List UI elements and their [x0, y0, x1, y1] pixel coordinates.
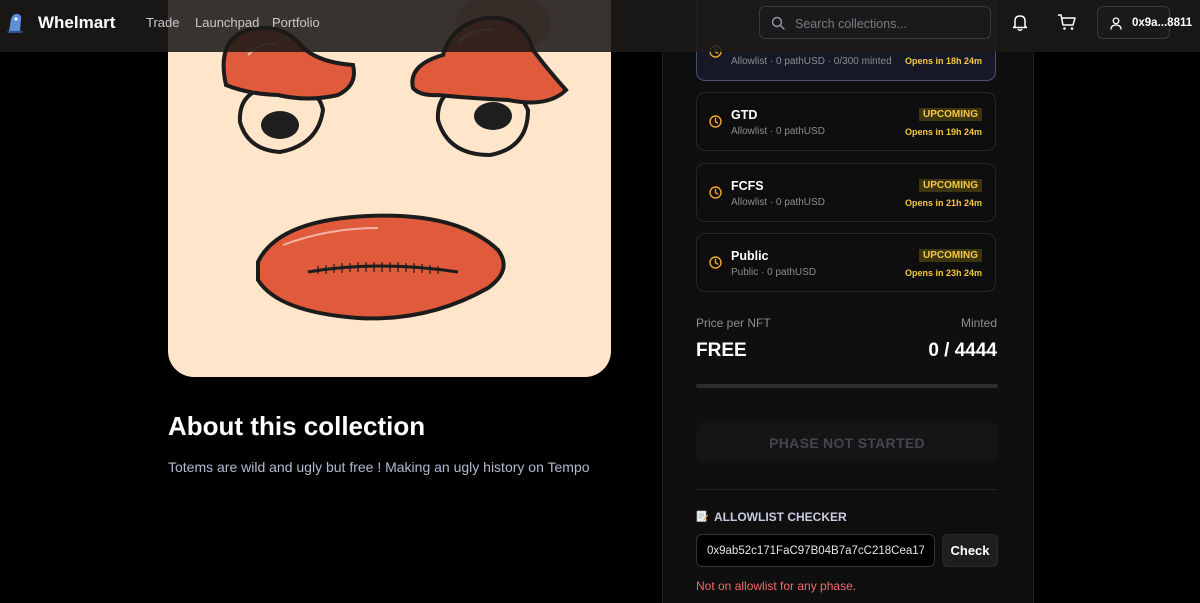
wallet-address: 0x9a...8811	[1132, 17, 1193, 29]
price-value: FREE	[696, 340, 747, 361]
totem-face-image	[221, 0, 569, 321]
wallet-address-field[interactable]	[696, 534, 935, 567]
phase-card-public[interactable]: Public Public · 0 pathUSD UPCOMING Opens…	[696, 233, 996, 292]
phase-details: Allowlist · 0 pathUSD	[731, 126, 825, 137]
about-title: About this collection	[168, 411, 426, 441]
cart-icon[interactable]	[1057, 12, 1077, 32]
bell-icon[interactable]	[1010, 12, 1030, 32]
phase-card-fcfs[interactable]: FCFS Allowlist · 0 pathUSD UPCOMING Open…	[696, 163, 996, 222]
phase-name: Public	[731, 249, 769, 263]
phase-opens-in: Opens in 19h 24m	[904, 127, 982, 137]
phase-name: FCFS	[731, 179, 764, 193]
phase-opens-in: Opens in 23h 24m	[904, 268, 982, 278]
collection-description: Totems are wild and ugly but free ! Maki…	[168, 459, 590, 475]
status-badge: UPCOMING	[919, 179, 982, 192]
clock-icon	[709, 186, 722, 199]
nav-link-portfolio[interactable]: Portfolio	[272, 15, 320, 30]
phase-opens-in: Opens in 18h 24m	[904, 56, 982, 66]
phase-details: Public · 0 pathUSD	[731, 267, 817, 278]
top-nav: Whelmart Trade Launchpad Portfolio 0x9a.…	[0, 0, 1200, 52]
phase-name: GTD	[731, 108, 758, 122]
memo-icon	[696, 510, 708, 522]
minted-label: Minted	[960, 316, 997, 330]
allowlist-checker-label: ALLOWLIST CHECKER	[714, 510, 847, 524]
search-box[interactable]	[759, 6, 991, 39]
user-icon	[1110, 17, 1122, 30]
logo-icon[interactable]	[5, 11, 25, 33]
status-badge: UPCOMING	[919, 108, 982, 121]
phase-opens-in: Opens in 21h 24m	[904, 198, 982, 208]
phase-card-gtd[interactable]: GTD Allowlist · 0 pathUSD UPCOMING Opens…	[696, 92, 996, 151]
mint-progress-bar	[696, 384, 998, 388]
allowlist-checker-title: ALLOWLIST CHECKER	[696, 510, 847, 524]
allowlist-result-message: Not on allowlist for any phase.	[696, 579, 857, 593]
nav-link-launchpad[interactable]: Launchpad	[195, 15, 259, 30]
phase-details: Allowlist · 0 pathUSD	[731, 197, 825, 208]
brand-name[interactable]: Whelmart	[38, 13, 115, 33]
mint-button[interactable]: PHASE NOT STARTED	[696, 423, 998, 463]
minted-count: 0 / 4444	[928, 340, 997, 361]
status-badge: UPCOMING	[919, 249, 982, 262]
clock-icon	[709, 256, 722, 269]
price-label: Price per NFT	[696, 316, 771, 330]
nav-link-trade[interactable]: Trade	[146, 15, 179, 30]
wallet-button[interactable]: 0x9a...8811	[1097, 6, 1192, 39]
collection-artwork	[168, 0, 611, 377]
divider	[696, 489, 998, 490]
search-input[interactable]	[793, 13, 987, 35]
clock-icon	[709, 115, 722, 128]
search-icon	[771, 16, 785, 30]
check-button[interactable]: Check	[942, 534, 998, 567]
phase-details: Allowlist · 0 pathUSD · 0/300 minted	[731, 56, 892, 67]
